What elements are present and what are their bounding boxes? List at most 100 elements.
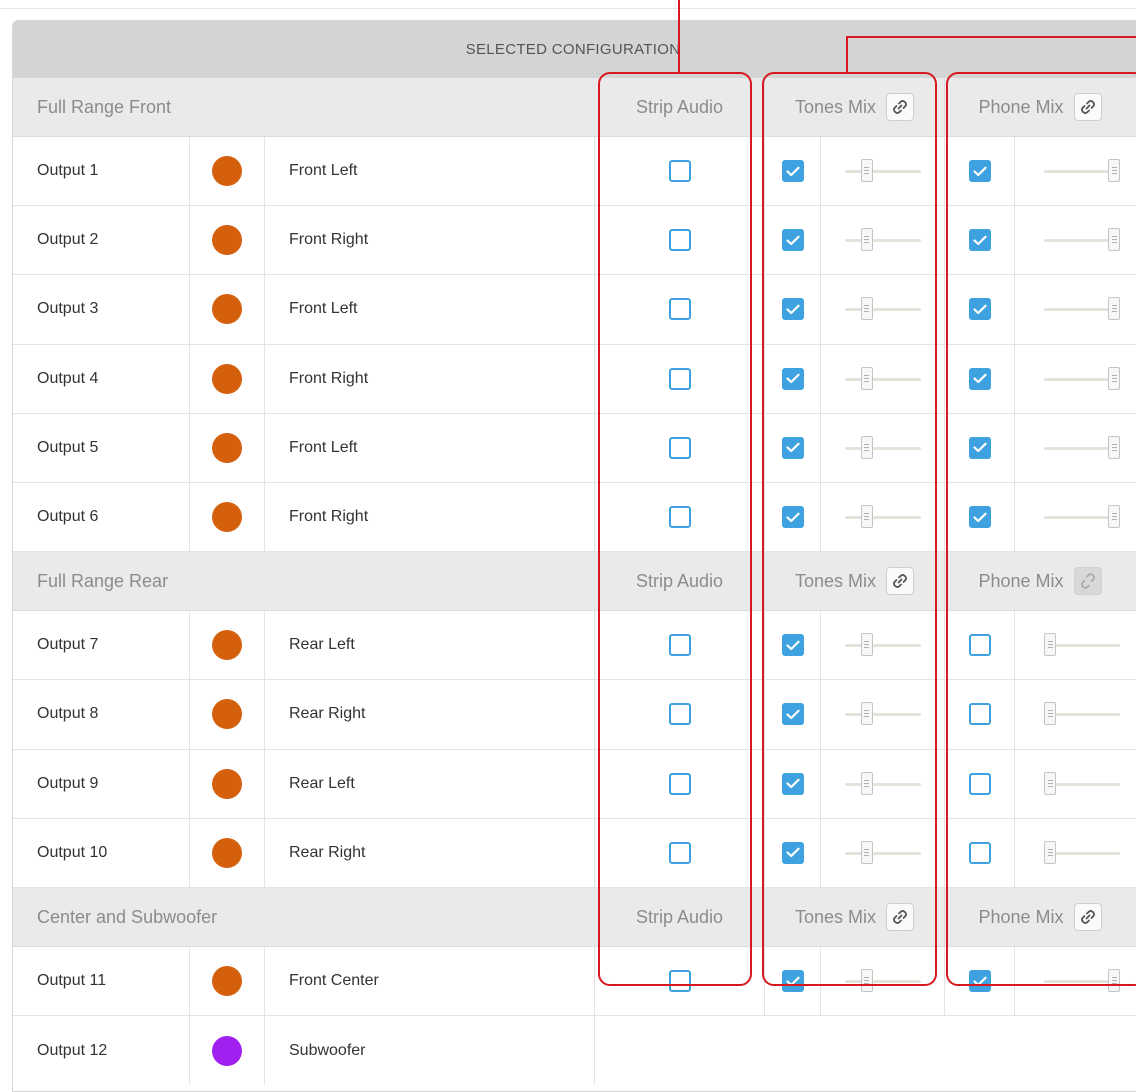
tones-mix-checkbox[interactable] <box>781 436 804 459</box>
phone-mix-slider-thumb[interactable] <box>1044 771 1056 795</box>
tones-mix-slider-thumb[interactable] <box>860 228 873 252</box>
phone-mix-slider-thumb[interactable] <box>1108 435 1120 459</box>
tones-mix-slider-track[interactable] <box>844 308 921 312</box>
tones-mix-slider-thumb[interactable] <box>860 297 873 321</box>
tones-mix-slider[interactable] <box>844 296 921 322</box>
tones-mix-slider[interactable] <box>844 840 921 866</box>
tones-mix-slider-track[interactable] <box>844 851 921 855</box>
strip-audio-checkbox[interactable] <box>668 298 691 321</box>
strip-audio-checkbox[interactable] <box>668 436 691 459</box>
phone-mix-slider[interactable] <box>1044 968 1120 994</box>
phone-mix-checkbox[interactable] <box>968 970 991 993</box>
tones-mix-slider-track[interactable] <box>844 446 921 450</box>
channel-color <box>190 275 265 344</box>
phone-mix-slider[interactable] <box>1044 227 1120 253</box>
link-icon[interactable] <box>1073 93 1102 121</box>
tones-mix-slider-thumb[interactable] <box>860 435 873 459</box>
tones-mix-slider-thumb[interactable] <box>860 771 873 795</box>
phone-mix-checkbox[interactable] <box>968 229 991 252</box>
tones-mix-slider-thumb[interactable] <box>860 505 873 529</box>
tones-mix-slider[interactable] <box>844 227 921 253</box>
phone-mix-slider-thumb[interactable] <box>1108 228 1120 252</box>
phone-mix-slider[interactable] <box>1044 158 1120 184</box>
phone-mix-slider-thumb[interactable] <box>1044 702 1056 726</box>
phone-mix-checkbox[interactable] <box>968 841 991 864</box>
tones-mix-checkbox[interactable] <box>781 634 804 657</box>
tones-mix-slider-track[interactable] <box>844 377 921 381</box>
tones-mix-checkbox[interactable] <box>781 298 804 321</box>
phone-mix-slider-thumb[interactable] <box>1108 366 1120 390</box>
phone-mix-checkbox[interactable] <box>968 772 991 795</box>
phone-mix-checkbox[interactable] <box>968 506 991 529</box>
tones-mix-slider[interactable] <box>844 158 921 184</box>
strip-audio-checkbox[interactable] <box>668 772 691 795</box>
tones-mix-checkbox[interactable] <box>781 703 804 726</box>
link-icon[interactable] <box>1073 903 1102 931</box>
configuration-title: SELECTED CONFIGURATION <box>465 41 681 58</box>
tones-mix-slider[interactable] <box>844 435 921 461</box>
tones-mix-checkbox[interactable] <box>781 229 804 252</box>
phone-mix-checkbox[interactable] <box>968 634 991 657</box>
tones-mix-slider-track[interactable] <box>844 516 921 520</box>
tones-mix-slider-thumb[interactable] <box>860 159 873 183</box>
strip-audio-checkbox[interactable] <box>668 703 691 726</box>
tones-mix-checkbox[interactable] <box>781 506 804 529</box>
phone-mix-checkbox[interactable] <box>968 436 991 459</box>
tones-mix-checkbox[interactable] <box>781 970 804 993</box>
tones-mix-checkbox[interactable] <box>781 160 804 183</box>
strip-audio-checkbox[interactable] <box>668 160 691 183</box>
phone-mix-slider-thumb[interactable] <box>1108 159 1120 183</box>
tones-mix-slider[interactable] <box>844 968 921 994</box>
strip-audio-checkbox[interactable] <box>668 970 691 993</box>
phone-mix-checkbox[interactable] <box>968 298 991 321</box>
link-icon[interactable] <box>886 93 915 121</box>
phone-mix-slider[interactable] <box>1044 504 1120 530</box>
phone-mix-checkbox[interactable] <box>968 367 991 390</box>
phone-mix-slider[interactable] <box>1044 840 1120 866</box>
phone-mix-slider[interactable] <box>1044 435 1120 461</box>
phone-mix-slider-thumb[interactable] <box>1044 633 1056 657</box>
tones-mix-slider[interactable] <box>844 504 921 530</box>
link-icon[interactable] <box>886 903 915 931</box>
strip-audio-checkbox[interactable] <box>668 367 691 390</box>
phone-mix-slider[interactable] <box>1044 366 1120 392</box>
tones-mix-slider[interactable] <box>844 771 921 797</box>
phone-mix-slider[interactable] <box>1044 771 1120 797</box>
tones-mix-slider-thumb[interactable] <box>860 366 873 390</box>
tones-mix-slider-thumb[interactable] <box>860 840 873 864</box>
tones-mix-slider[interactable] <box>844 701 921 727</box>
tones-mix-checkbox[interactable] <box>781 772 804 795</box>
phone-mix-slider-thumb[interactable] <box>1044 840 1056 864</box>
tones-mix-checkbox[interactable] <box>781 367 804 390</box>
output-row: Output 8 Rear Right <box>13 680 1136 750</box>
link-icon[interactable] <box>886 567 915 596</box>
tones-mix-slider-track[interactable] <box>844 713 921 717</box>
phone-mix-slider[interactable] <box>1044 296 1120 322</box>
strip-audio-checkbox[interactable] <box>668 841 691 864</box>
tones-mix-checkbox[interactable] <box>781 841 804 864</box>
tones-mix-slider-thumb[interactable] <box>860 702 873 726</box>
phone-mix-checkbox[interactable] <box>968 160 991 183</box>
phone-mix-slider-thumb[interactable] <box>1108 297 1120 321</box>
tones-mix-slider[interactable] <box>844 632 921 658</box>
tones-mix-slider-thumb[interactable] <box>860 633 873 657</box>
tones-mix-slider[interactable] <box>844 366 921 392</box>
tones-mix-slider-track[interactable] <box>844 980 921 984</box>
channel-label-text: Front Left <box>289 438 358 456</box>
strip-audio-checkbox[interactable] <box>668 506 691 529</box>
strip-audio-checkbox[interactable] <box>668 229 691 252</box>
tones-mix-slider-track[interactable] <box>844 644 921 648</box>
tones-mix-slider-track[interactable] <box>844 782 921 786</box>
phone-mix-check-cell <box>945 611 1015 680</box>
phone-mix-checkbox[interactable] <box>968 703 991 726</box>
tones-mix-slider-thumb[interactable] <box>860 969 873 993</box>
output-name-text: Output 6 <box>37 508 99 526</box>
tones-mix-slider-track[interactable] <box>844 239 921 243</box>
phone-mix-slider[interactable] <box>1044 701 1120 727</box>
strip-audio-checkbox[interactable] <box>668 634 691 657</box>
phone-mix-slider-thumb[interactable] <box>1108 505 1120 529</box>
unlink-icon[interactable] <box>1073 567 1102 596</box>
tones-mix-slider-track[interactable] <box>844 170 921 174</box>
phone-mix-slider-thumb[interactable] <box>1108 969 1120 993</box>
phone-mix-slider[interactable] <box>1044 632 1120 658</box>
